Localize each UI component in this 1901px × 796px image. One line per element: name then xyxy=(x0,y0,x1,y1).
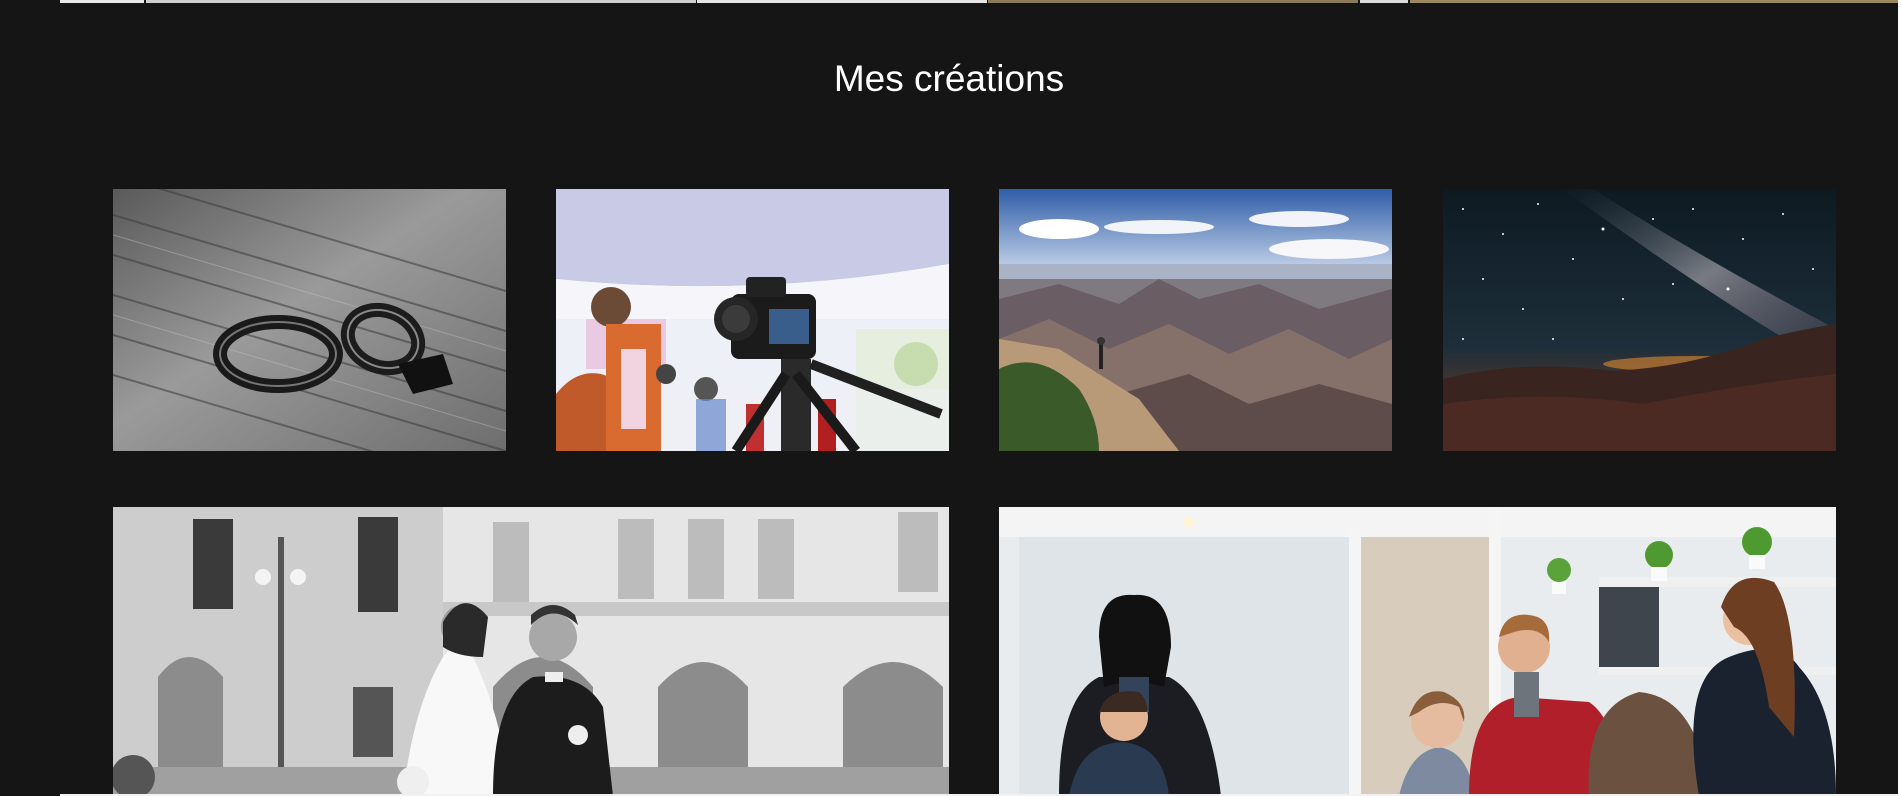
gallery-photo-camera-event[interactable] xyxy=(556,189,949,451)
portfolio-page: Mes créations xyxy=(0,0,1901,796)
previous-section-edge xyxy=(0,0,1898,3)
wedding-couple-image xyxy=(113,507,949,796)
section-title: Mes créations xyxy=(833,58,1065,99)
camera-event-image xyxy=(556,189,949,451)
gallery-photo-office-meeting[interactable] xyxy=(999,507,1836,796)
gallery-photo-milky-way-night[interactable] xyxy=(1443,189,1836,451)
canyon-landscape-image xyxy=(999,189,1392,451)
gallery-photo-canyon-landscape[interactable] xyxy=(999,189,1392,451)
wedding-rings-image xyxy=(113,189,506,451)
gallery-photo-wedding-couple[interactable] xyxy=(113,507,949,796)
milky-way-image xyxy=(1443,189,1836,451)
gallery-photo-wedding-rings[interactable] xyxy=(113,189,506,451)
office-meeting-image xyxy=(999,507,1836,796)
